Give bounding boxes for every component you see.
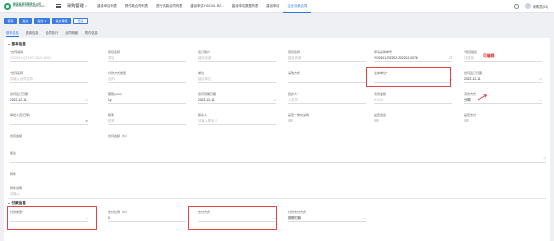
field-sign-type[interactable]: 付款方式类型 合同 (108, 71, 186, 83)
annotation-note: 可编辑 (483, 54, 495, 58)
tab-contract-execution[interactable]: 合同执行 (46, 29, 59, 37)
field-valid-period[interactable]: 期限(year) 1y (108, 92, 186, 104)
field-contract-no[interactable]: *合同编码 YG0101-QTKHT-2022-0001 (10, 50, 88, 62)
field-remark[interactable]: 备注 ⤢ (10, 151, 546, 163)
field-is-approved[interactable]: 是否会签 (374, 113, 452, 124)
field-owner[interactable]: 经办人* 人员列 (288, 92, 366, 104)
submit-review-button[interactable]: 提交审核 (52, 17, 72, 24)
field-is-core[interactable]: 是否一体化采购 (288, 113, 366, 124)
field-start-date[interactable]: 合同签订日期 2022-12-11 ▭ (464, 71, 542, 83)
caret-down-icon (8, 203, 10, 204)
field-pay-account[interactable]: 项目名称 建设资源 (288, 50, 366, 62)
logo-line2: CONSTRUCTION INVESTMENT (13, 6, 46, 8)
field-sign-date[interactable]: 合同签订日期 2022-12-11 ▭ (10, 92, 88, 104)
field-end-date[interactable]: 合同到期日期 2023-12-11 ▭ (198, 92, 276, 104)
calendar-icon[interactable]: ▭ (85, 98, 88, 102)
copy-icon[interactable]: ❐ (449, 56, 452, 60)
nav-tab[interactable]: 建设申请YG0101-RZ... (186, 0, 228, 13)
hamburger-menu-icon[interactable] (56, 2, 64, 10)
highlight-box (366, 67, 451, 87)
save-button[interactable]: 保存 (4, 17, 18, 24)
field-apply-no[interactable]: 申请采购单号 YG0101-RZ202-202212-0076 ❐ (374, 50, 452, 62)
field-currency[interactable]: 清款方式 分期 ⌄ (464, 92, 542, 104)
field-amount-words[interactable]: 合同金额 (10, 134, 88, 145)
more-button[interactable]: 更多 (73, 17, 89, 24)
form-card: 基本信息 *合同编码 YG0101-QTKHT-2022-0001 项目名称 项… (4, 38, 550, 241)
tab-contract-detail[interactable]: 合同明细 (65, 29, 78, 37)
chevron-down-icon[interactable]: ⌄ (363, 216, 366, 220)
field-ratio[interactable]: 合同金额（%） (108, 134, 186, 145)
nav-tab-active[interactable]: 企业清款合同 (283, 0, 312, 13)
field-contact[interactable]: 联系人 请输入联系人 (198, 113, 276, 125)
search-icon[interactable]: ⊕ (85, 119, 88, 123)
nav-tab[interactable]: 建设申请列表 (93, 0, 121, 13)
tab-attachments[interactable]: 附件信息 (85, 29, 98, 37)
tab-basic-info[interactable]: 基本信息 (6, 29, 19, 37)
field-ledger[interactable]: 签订账户 建设资源 (198, 50, 276, 62)
chevron-down-icon[interactable]: ⌄ (539, 98, 542, 102)
expand-icon[interactable]: ⤢ (543, 156, 546, 160)
module-title[interactable]: 采购管理 ∨ (67, 3, 87, 9)
calendar-icon[interactable]: ▭ (539, 77, 542, 81)
field-memo[interactable]: 附件说明 请输入 (10, 186, 110, 197)
nav-tab[interactable]: 进行清款合同列表 (152, 0, 186, 13)
field-amount[interactable]: 清款金额 ¥ 0.00 (374, 92, 452, 104)
toggle-switch[interactable] (464, 118, 469, 122)
company-logo: 建设投资有限责任公司 CONSTRUCTION INVESTMENT (4, 2, 56, 10)
field-contract-name[interactable]: *合同名称 请输入合同名称 (10, 71, 88, 83)
form-tabs: 基本信息 费用信息 合同执行 合同明细 附件信息 (4, 29, 98, 37)
field-pay-ratio[interactable]: 支付比例（%） 0 (108, 210, 186, 222)
tab-fee-info[interactable]: 费用信息 (26, 29, 39, 37)
nav-tab[interactable]: 预付款合同列表 (121, 0, 152, 13)
avatar (524, 3, 531, 9)
nav-tab[interactable]: 建设申请 (262, 0, 283, 13)
highlight-box (188, 206, 277, 230)
field-project-name[interactable]: 项目名称 项目 (108, 50, 186, 62)
submit-button[interactable]: 提交 (19, 17, 33, 24)
toggle-switch[interactable] (374, 118, 379, 122)
field-approver[interactable]: 审批人员(已审) ⊕ (10, 113, 88, 125)
user-name: 采购员(03) (532, 4, 548, 9)
section-basic-title[interactable]: 基本信息 (8, 42, 26, 47)
field-purchase-way[interactable]: 采购方式 (288, 71, 366, 83)
field-attachment[interactable]: 附件 (10, 172, 546, 183)
section-divider (8, 198, 546, 199)
nav-tab[interactable]: 建设申请数据列表 (228, 0, 262, 13)
field-pay-org[interactable]: 付款支付方式 按期付款 ⌄ (288, 210, 366, 222)
action-toolbar: 保存 提交 提交 ∨ 提交审核 更多 (0, 16, 554, 25)
field-tax-rate[interactable]: 税率 税率 (108, 113, 186, 125)
field-is-rent[interactable]: 是否支付 (464, 113, 542, 124)
calendar-icon[interactable]: ▭ (273, 98, 276, 102)
top-bar: 建设投资有限责任公司 CONSTRUCTION INVESTMENT 采购管理 … (0, 0, 554, 13)
toggle-switch[interactable] (288, 118, 293, 122)
submit-dropdown-button[interactable]: 提交 ∨ (34, 17, 51, 24)
logo-icon (4, 2, 11, 10)
caret-down-icon (8, 44, 10, 45)
user-menu[interactable]: 采购员(03) (524, 3, 548, 9)
chevron-down-icon: ∨ (84, 4, 88, 8)
field-unit[interactable]: 单位 建设单位 (198, 71, 276, 83)
search-icon[interactable] (513, 3, 519, 9)
field-org[interactable]: *项目组织 请选择 (464, 50, 542, 62)
highlight-box (7, 206, 97, 230)
contract-no-value: YG0101-QTKHT-2022-0001 (10, 55, 52, 60)
